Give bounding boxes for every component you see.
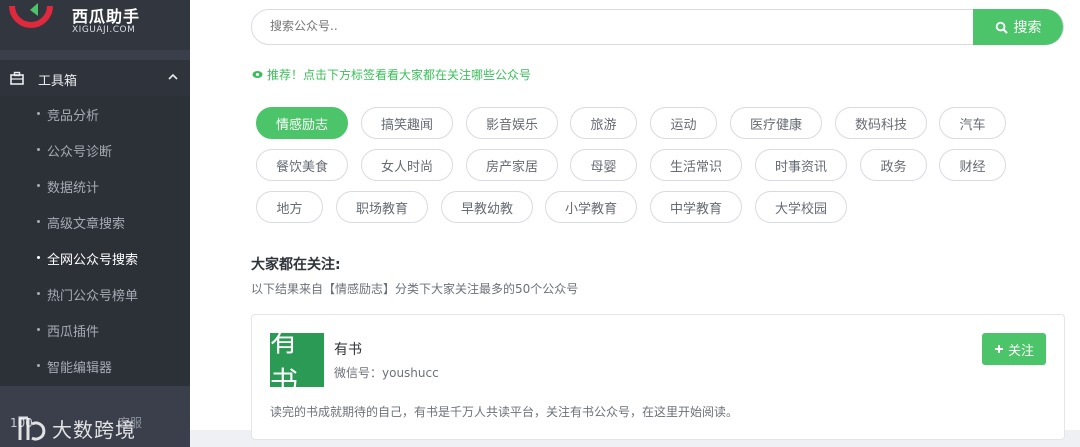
sidebar-section-toolbox[interactable]: 工具箱	[0, 60, 190, 96]
sidebar-section-label: 工具箱	[38, 74, 78, 89]
tag-entertainment[interactable]: 影音娱乐	[466, 107, 558, 139]
eye-icon	[252, 71, 263, 78]
account-wechat-id: 微信号：youshucc	[334, 366, 439, 380]
search-bar	[251, 9, 1064, 45]
tag-tech[interactable]: 数码科技	[835, 107, 927, 139]
sidebar-item-label: 热门公众号榜单	[47, 289, 139, 304]
sidebar-item-label: 全网公众号搜索	[47, 253, 139, 268]
tag-sports[interactable]: 运动	[650, 107, 717, 139]
sidebar-item-label: 高级文章搜索	[47, 217, 126, 232]
sidebar-item-smart-editor[interactable]: 智能编辑器	[0, 348, 190, 384]
follow-button[interactable]: 关注	[982, 333, 1046, 365]
tag-baby[interactable]: 母婴	[570, 149, 637, 181]
tag-health[interactable]: 医疗健康	[730, 107, 822, 139]
search-icon	[995, 21, 1008, 34]
bullet-icon	[37, 148, 40, 151]
tag-secondary-education[interactable]: 中学教育	[650, 191, 742, 223]
section-description: 以下结果来自【情感励志】分类下大家关注最多的50个公众号	[251, 282, 579, 296]
sidebar-item-account-search[interactable]: 全网公众号搜索	[0, 240, 190, 276]
tag-news[interactable]: 时事资讯	[755, 149, 847, 181]
bullet-icon	[37, 220, 40, 223]
tag-food[interactable]: 餐饮美食	[256, 149, 348, 181]
tag-auto[interactable]: 汽车	[939, 107, 1006, 139]
sidebar-item-plugin[interactable]: 西瓜插件	[0, 312, 190, 348]
section-title: 大家都在关注:	[251, 257, 341, 273]
recommendation-tip: 推荐！点击下方标签看看大家都在关注哪些公众号	[252, 66, 531, 83]
sidebar-item-data-stats[interactable]: 数据统计	[0, 168, 190, 204]
sidebar-item-label: 竞品分析	[47, 109, 100, 124]
sidebar-item-label: 数据统计	[47, 181, 100, 196]
tip-text: 推荐！点击下方标签看看大家都在关注哪些公众号	[267, 68, 532, 82]
tag-finance[interactable]: 财经	[939, 149, 1006, 181]
tag-career-education[interactable]: 职场教育	[336, 191, 428, 223]
tag-university[interactable]: 大学校园	[755, 191, 847, 223]
toolbox-icon	[10, 71, 24, 85]
account-description: 读完的书成就期待的自己，有书是千万人共读平台，关注有书公众号，在这里开始阅读。	[270, 405, 739, 419]
bullet-icon	[37, 184, 40, 187]
search-button-label: 搜索	[1013, 20, 1042, 36]
tag-primary-education[interactable]: 小学教育	[545, 191, 637, 223]
bullet-icon	[37, 112, 40, 115]
tag-early-education[interactable]: 早教幼教	[441, 191, 533, 223]
bullet-icon	[37, 256, 40, 259]
watermelon-logo-icon	[9, 3, 53, 28]
app-root: 西瓜助手 XIGUAJI.COM 工具箱 竞品分析 公众号诊断 数据统计 高级文…	[0, 0, 1080, 447]
bullet-icon	[37, 364, 40, 367]
sidebar-menu: 竞品分析 公众号诊断 数据统计 高级文章搜索 全网公众号搜索 热门公众号榜单 西…	[0, 96, 190, 386]
sidebar-item-competitor-analysis[interactable]: 竞品分析	[0, 96, 190, 132]
sidebar-item-hot-rankings[interactable]: 热门公众号榜单	[0, 276, 190, 312]
sidebar-item-label: 智能编辑器	[47, 361, 113, 376]
tag-local[interactable]: 地方	[256, 191, 323, 223]
account-name[interactable]: 有书	[334, 339, 362, 359]
sidebar: 西瓜助手 XIGUAJI.COM 工具箱 竞品分析 公众号诊断 数据统计 高级文…	[0, 0, 190, 447]
brand-name: 西瓜助手	[72, 7, 141, 26]
tag-funny[interactable]: 搞笑趣闻	[361, 107, 453, 139]
sidebar-item-label: 西瓜插件	[47, 325, 100, 340]
plus-icon	[994, 345, 1003, 353]
tag-fashion[interactable]: 女人时尚	[361, 149, 453, 181]
tag-travel[interactable]: 旅游	[570, 107, 637, 139]
search-button[interactable]: 搜索	[973, 9, 1063, 45]
account-card: 有书 有书 微信号：youshucc 关注 读完的书成就期待的自己，有书是千万人…	[251, 314, 1065, 440]
sidebar-item-label: 公众号诊断	[47, 145, 113, 160]
tag-life-tips[interactable]: 生活常识	[650, 149, 742, 181]
follow-button-label: 关注	[1007, 343, 1034, 359]
search-input[interactable]	[270, 19, 950, 33]
bullet-icon	[37, 292, 40, 295]
watermark-text: 大数跨境	[52, 418, 136, 442]
brand-logo[interactable]: 西瓜助手 XIGUAJI.COM	[0, 0, 190, 50]
account-avatar[interactable]: 有书	[270, 325, 324, 398]
tag-home[interactable]: 房产家居	[466, 149, 558, 181]
tag-emotion[interactable]: 情感励志	[256, 107, 348, 139]
chevron-up-icon	[168, 73, 178, 80]
brand-domain: XIGUAJI.COM	[72, 25, 136, 35]
bullet-icon	[37, 328, 40, 331]
sidebar-item-account-diagnosis[interactable]: 公众号诊断	[0, 132, 190, 168]
main-content: 搜索 推荐！点击下方标签看看大家都在关注哪些公众号 情感励志 搞笑趣闻 影音娱乐…	[190, 0, 1080, 440]
tag-government[interactable]: 政务	[860, 149, 927, 181]
sidebar-item-advanced-article-search[interactable]: 高级文章搜索	[0, 204, 190, 240]
